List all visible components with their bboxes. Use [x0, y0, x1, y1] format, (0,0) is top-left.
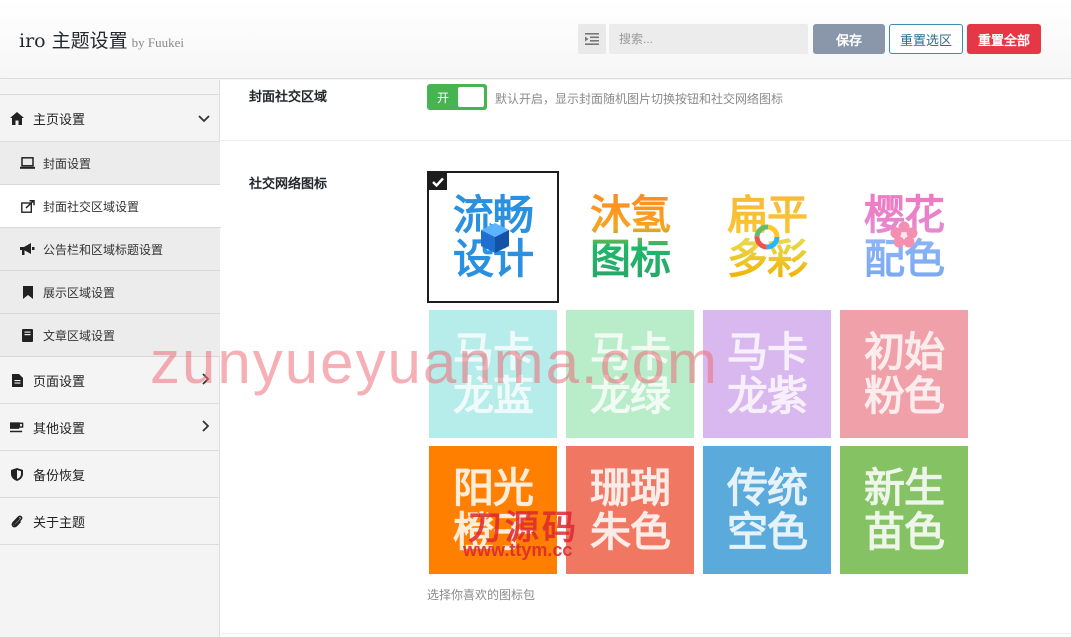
sidebar-item-label: 页面设置	[33, 373, 86, 389]
icon-pack-option-flat[interactable]: 扁平 多彩	[703, 173, 831, 301]
social-icons-description: 选择你喜欢的图标包	[427, 588, 536, 602]
search-input[interactable]	[609, 24, 808, 54]
reset-section-button[interactable]: 重置选区	[889, 24, 963, 54]
sidebar-item-label: 文章区域设置	[43, 328, 116, 343]
icon-pack-option-muqing[interactable]: 沐氢 图标	[566, 173, 694, 301]
header: iro 主题设置by Fuukei 保存 重置选区 重置全部	[0, 0, 1071, 79]
icon-pack-option-sakura[interactable]: 樱花 配色	[840, 173, 968, 301]
icon-pack-text: 珊瑚 朱色	[590, 464, 671, 556]
paperclip-icon	[10, 514, 24, 528]
save-button[interactable]: 保存	[813, 24, 885, 54]
sidebar-item-about[interactable]: 关于主题	[0, 498, 220, 545]
sidebar-item-label: 公告栏和区域标题设置	[43, 242, 164, 257]
check-icon	[429, 173, 447, 190]
page-title: iro 主题设置	[19, 30, 128, 52]
sidebar-item-other[interactable]: 其他设置	[0, 404, 220, 451]
chevron-right-icon	[202, 420, 210, 435]
sidebar-item-backup[interactable]: 备份恢复	[0, 451, 220, 498]
sidebar-subitem-cover-social[interactable]: 封面社交区域设置	[0, 185, 221, 228]
sidebar-spacer	[0, 80, 220, 95]
sidebar-item-label: 封面社交区域设置	[43, 199, 140, 214]
brand: iro 主题设置 by Fuukei	[19, 26, 184, 53]
color-ring-icon	[754, 224, 780, 250]
icon-pack-option-sky[interactable]: 传统 空色	[703, 446, 831, 574]
toggle-label: 开	[437, 91, 450, 105]
sidebar-subitem-cover[interactable]: 封面设置	[0, 142, 220, 185]
cover-social-toggle[interactable]: 开	[427, 84, 487, 110]
file-icon	[10, 373, 24, 387]
expand-toggle-button[interactable]	[578, 24, 606, 54]
sidebar-item-label: 展示区域设置	[43, 285, 116, 300]
icon-pack-option-initial-pink[interactable]: 初始 粉色	[840, 310, 968, 438]
icon-pack-text: 初始 粉色	[864, 328, 945, 420]
field-divider	[221, 140, 1071, 141]
icon-pack-text: 马卡 龙紫	[727, 328, 808, 420]
sidebar-item-label: 主页设置	[33, 111, 86, 127]
icon-pack-option-fluent[interactable]: 流畅 设计	[427, 171, 559, 303]
toggle-knob	[458, 87, 484, 107]
field-label-cover-social: 封面社交区域	[249, 89, 328, 104]
chevron-down-icon	[198, 111, 210, 126]
sidebar-item-label: 其他设置	[33, 420, 86, 436]
share-icon	[20, 199, 35, 213]
sidebar-item-home[interactable]: 主页设置	[0, 95, 220, 142]
icon-pack-option-coral[interactable]: 珊瑚 朱色	[566, 446, 694, 574]
icon-pack-text: 传统 空色	[727, 464, 808, 556]
sidebar-item-label: 封面设置	[43, 156, 92, 171]
shield-icon	[10, 467, 24, 481]
sidebar-item-label: 备份恢复	[33, 467, 86, 483]
coffee-icon	[10, 420, 24, 434]
bookmark-icon	[20, 285, 35, 299]
watermark: zunyueyuanma.com	[150, 329, 719, 396]
reset-all-button[interactable]: 重置全部	[967, 24, 1041, 54]
icon-pack-text: 新生 苗色	[864, 464, 945, 556]
indent-icon	[585, 33, 599, 45]
book-icon	[20, 328, 35, 342]
cube-icon	[481, 223, 509, 253]
icon-pack-option-sprout[interactable]: 新生 苗色	[840, 446, 968, 574]
field-divider	[221, 633, 1071, 634]
icon-pack-option-macaron-purple[interactable]: 马卡 龙紫	[703, 310, 831, 438]
watermark-url: www.ttym.cc	[463, 540, 573, 560]
brand-author: by Fuukei	[131, 35, 185, 50]
sidebar-subitem-showcase[interactable]: 展示区域设置	[0, 271, 220, 314]
laptop-icon	[20, 156, 35, 170]
field-label-social-icons: 社交网络图标	[249, 176, 328, 191]
cover-social-description: 默认开启，显示封面随机图片切换按钮和社交网络图标	[495, 92, 784, 106]
home-icon	[10, 111, 24, 125]
icon-pack-text: 沐氢 图标	[566, 193, 694, 281]
sidebar-subitem-announcement[interactable]: 公告栏和区域标题设置	[0, 228, 220, 271]
sidebar-item-label: 关于主题	[33, 514, 86, 530]
bullhorn-icon	[20, 242, 35, 256]
sakura-icon	[890, 221, 918, 248]
